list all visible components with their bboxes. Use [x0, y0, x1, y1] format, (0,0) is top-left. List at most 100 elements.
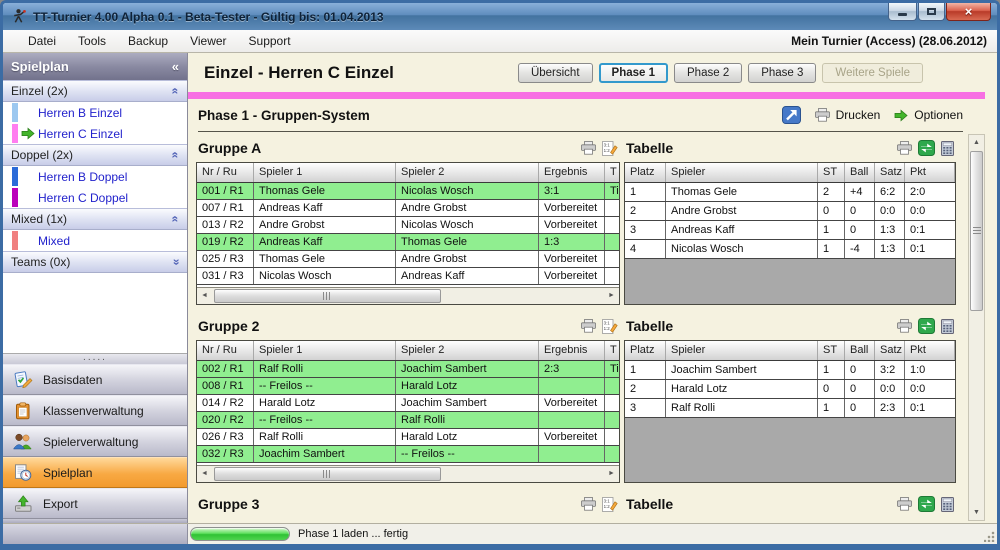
- column-header[interactable]: Nr / Ru: [197, 163, 254, 182]
- nav-spielerverwaltung-button[interactable]: Spielerverwaltung: [3, 426, 187, 457]
- enter-result-icon[interactable]: 3:11:2: [602, 141, 618, 156]
- close-button[interactable]: ×: [946, 3, 991, 21]
- menu-backup[interactable]: Backup: [117, 31, 179, 51]
- export-view-icon[interactable]: [782, 106, 801, 124]
- menu-datei[interactable]: Datei: [17, 31, 67, 51]
- standings-row[interactable]: 1Joachim Sambert103:21:0: [625, 361, 955, 380]
- column-header[interactable]: Spieler 1: [254, 341, 396, 360]
- match-row[interactable]: 031 / R3Nicolas WoschAndreas KaffVorbere…: [197, 268, 619, 285]
- horizontal-scrollbar[interactable]: ◄►: [197, 287, 619, 304]
- horizontal-scrollbar[interactable]: ◄►: [197, 465, 619, 482]
- nav-export-button[interactable]: Export: [3, 488, 187, 519]
- standings-row[interactable]: 3Ralf Rolli102:30:1: [625, 399, 955, 418]
- match-row[interactable]: 026 / R3Ralf RolliHarald LotzVorbereitet: [197, 429, 619, 446]
- column-header[interactable]: ST: [818, 163, 845, 182]
- title-bar[interactable]: TT-Turnier 4.00 Alpha 0.1 - Beta-Tester …: [3, 3, 997, 30]
- swap-players-icon[interactable]: [918, 496, 935, 512]
- column-header[interactable]: Pkt: [905, 163, 955, 182]
- column-header[interactable]: Spieler 2: [396, 341, 539, 360]
- recalculate-icon[interactable]: [941, 319, 954, 334]
- column-header[interactable]: Platz: [625, 341, 666, 360]
- vertical-scrollbar[interactable]: ▲ ▼: [968, 134, 985, 521]
- print-standings-icon[interactable]: [897, 497, 912, 511]
- match-row[interactable]: 020 / R2-- Freilos --Ralf Rolli: [197, 412, 619, 429]
- scroll-left-arrow[interactable]: ◄: [197, 466, 212, 482]
- print-group-icon[interactable]: [581, 319, 596, 333]
- sidebar-item[interactable]: Herren B Einzel: [3, 102, 187, 123]
- scroll-down-arrow[interactable]: ▼: [969, 505, 984, 520]
- scroll-right-arrow[interactable]: ►: [604, 466, 619, 482]
- nav-spielplan-button[interactable]: Spielplan: [3, 457, 187, 488]
- sidebar-splitter[interactable]: .....: [3, 353, 187, 364]
- sidebar-collapse-icon[interactable]: «: [172, 59, 179, 74]
- nav-basisdaten-button[interactable]: Basisdaten: [3, 364, 187, 395]
- menu-viewer[interactable]: Viewer: [179, 31, 237, 51]
- minimize-button[interactable]: [888, 3, 917, 21]
- tab-phase-1[interactable]: Phase 1: [599, 63, 668, 83]
- maximize-button[interactable]: [918, 3, 945, 21]
- swap-players-icon[interactable]: [918, 140, 935, 156]
- chevron-double-up-icon[interactable]: «: [169, 152, 183, 159]
- drucken-button[interactable]: Drucken: [815, 108, 881, 122]
- match-row[interactable]: 002 / R1Ralf RolliJoachim Sambert2:3Ti: [197, 361, 619, 378]
- column-header[interactable]: T: [605, 163, 620, 182]
- column-header[interactable]: Ball: [845, 163, 875, 182]
- column-header[interactable]: Spieler: [666, 163, 818, 182]
- scroll-right-arrow[interactable]: ►: [604, 288, 619, 304]
- sidebar-item[interactable]: Mixed: [3, 230, 187, 251]
- optionen-button[interactable]: Optionen: [894, 108, 963, 122]
- match-row[interactable]: 008 / R1-- Freilos --Harald Lotz: [197, 378, 619, 395]
- recalculate-icon[interactable]: [941, 141, 954, 156]
- column-header[interactable]: Satz: [875, 341, 905, 360]
- column-header[interactable]: Spieler: [666, 341, 818, 360]
- tab-phase-3[interactable]: Phase 3: [748, 63, 816, 83]
- match-row[interactable]: 019 / R2Andreas KaffThomas Gele1:3: [197, 234, 619, 251]
- standings-row[interactable]: 1Thomas Gele2+46:22:0: [625, 183, 955, 202]
- scroll-left-arrow[interactable]: ◄: [197, 288, 212, 304]
- chevron-double-up-icon[interactable]: «: [169, 216, 183, 223]
- chevron-double-down-icon[interactable]: «: [169, 259, 183, 266]
- enter-result-icon[interactable]: 3:11:2: [602, 319, 618, 334]
- sidebar-item[interactable]: Herren C Einzel: [3, 123, 187, 144]
- nav-klassenverwaltung-button[interactable]: Klassenverwaltung: [3, 395, 187, 426]
- column-header[interactable]: ST: [818, 341, 845, 360]
- enter-result-icon[interactable]: 3:11:2: [602, 497, 618, 512]
- match-row[interactable]: 001 / R1Thomas GeleNicolas Wosch3:1Ti: [197, 183, 619, 200]
- match-row[interactable]: 025 / R3Thomas GeleAndre GrobstVorbereit…: [197, 251, 619, 268]
- vertical-scroll-track[interactable]: [969, 150, 984, 505]
- horizontal-scroll-thumb[interactable]: [214, 467, 441, 481]
- scroll-up-arrow[interactable]: ▲: [969, 135, 984, 150]
- vertical-scroll-thumb[interactable]: [970, 151, 983, 311]
- column-header[interactable]: Ergebnis: [539, 163, 605, 182]
- column-header[interactable]: Platz: [625, 163, 666, 182]
- standings-row[interactable]: 4Nicolas Wosch1-41:30:1: [625, 240, 955, 259]
- section-header[interactable]: Mixed (1x)«: [3, 208, 187, 230]
- match-row[interactable]: 014 / R2Harald LotzJoachim SambertVorber…: [197, 395, 619, 412]
- recalculate-icon[interactable]: [941, 497, 954, 512]
- section-header[interactable]: Doppel (2x)«: [3, 144, 187, 166]
- section-header[interactable]: Teams (0x)«: [3, 251, 187, 273]
- print-group-icon[interactable]: [581, 497, 596, 511]
- standings-row[interactable]: 2Andre Grobst000:00:0: [625, 202, 955, 221]
- standings-row[interactable]: 3Andreas Kaff101:30:1: [625, 221, 955, 240]
- horizontal-scroll-track[interactable]: [212, 466, 604, 482]
- print-standings-icon[interactable]: [897, 319, 912, 333]
- match-row[interactable]: 032 / R3Joachim Sambert-- Freilos --: [197, 446, 619, 463]
- menu-support[interactable]: Support: [238, 31, 302, 51]
- section-header[interactable]: Einzel (2x)«: [3, 80, 187, 102]
- tab-phase-2[interactable]: Phase 2: [674, 63, 742, 83]
- horizontal-scroll-track[interactable]: [212, 288, 604, 304]
- resize-grip[interactable]: [984, 531, 995, 542]
- column-header[interactable]: Pkt: [905, 341, 955, 360]
- sidebar-item[interactable]: Herren C Doppel: [3, 187, 187, 208]
- menu-tools[interactable]: Tools: [67, 31, 117, 51]
- column-header[interactable]: Ergebnis: [539, 341, 605, 360]
- column-header[interactable]: Spieler 2: [396, 163, 539, 182]
- column-header[interactable]: Satz: [875, 163, 905, 182]
- match-row[interactable]: 013 / R2Andre GrobstNicolas WoschVorbere…: [197, 217, 619, 234]
- standings-row[interactable]: 2Harald Lotz000:00:0: [625, 380, 955, 399]
- match-row[interactable]: 007 / R1Andreas KaffAndre GrobstVorberei…: [197, 200, 619, 217]
- print-standings-icon[interactable]: [897, 141, 912, 155]
- column-header[interactable]: Ball: [845, 341, 875, 360]
- column-header[interactable]: Spieler 1: [254, 163, 396, 182]
